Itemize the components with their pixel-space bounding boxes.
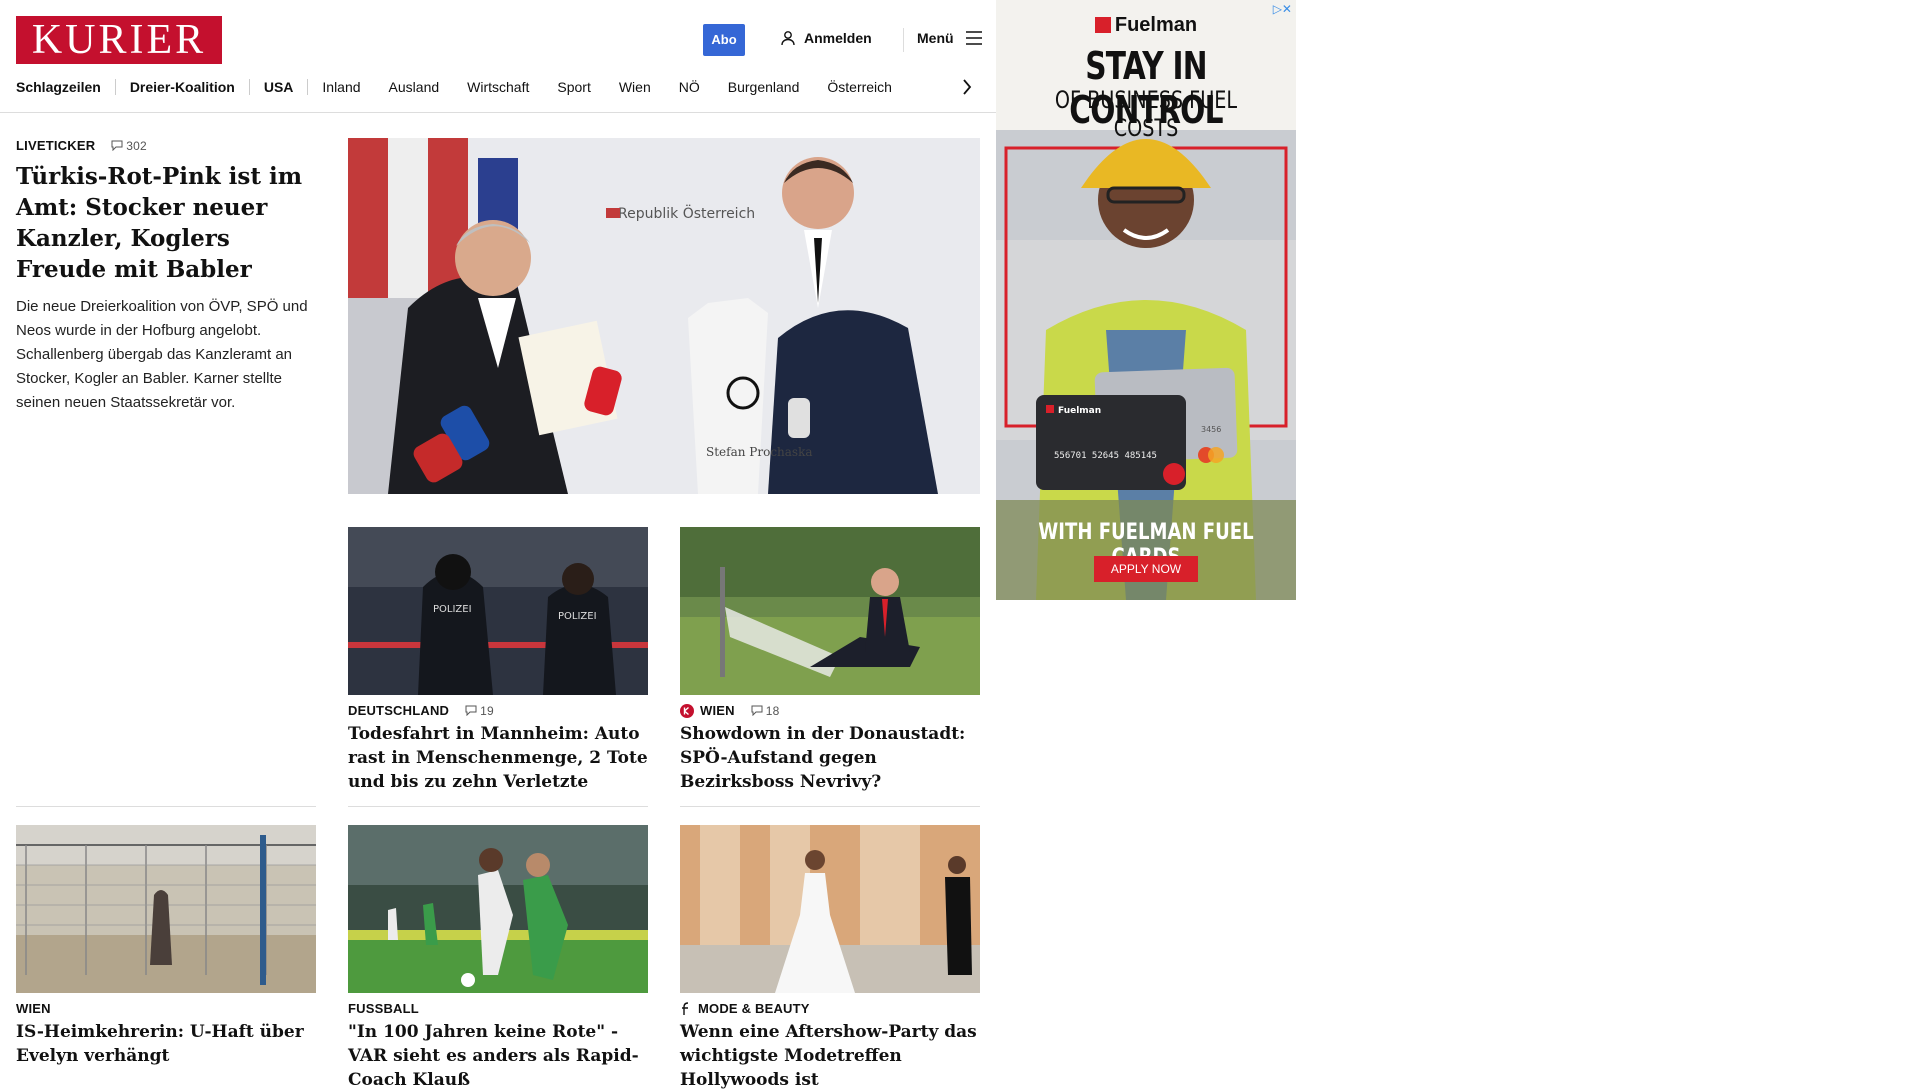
login-label: Anmelden — [804, 30, 872, 46]
article-image[interactable] — [680, 527, 980, 695]
lead-kicker: LIVETICKER — [16, 138, 96, 153]
comment-count[interactable]: 18 — [751, 704, 780, 718]
article-card-mode[interactable]: MODE & BEAUTY Wenn eine Aftershow-Party … — [680, 825, 980, 1092]
card-kicker: WIEN — [16, 1001, 51, 1016]
article-image[interactable] — [348, 825, 648, 993]
fuelman-logo-icon — [1094, 17, 1111, 33]
nav-item-ausland[interactable]: Ausland — [389, 79, 440, 95]
chevron-right-icon[interactable] — [962, 78, 972, 96]
card-headline[interactable]: Showdown in der Donaustadt: SPÖ-Aufstand… — [680, 722, 980, 794]
nav-divider — [307, 78, 309, 95]
comment-count-value: 302 — [126, 138, 147, 153]
hero-sign-text: Republik Österreich — [618, 204, 755, 222]
kurier-plus-icon — [680, 703, 694, 718]
comment-count-value: 18 — [765, 703, 780, 718]
card-kicker: WIEN — [700, 703, 735, 718]
comment-icon — [751, 705, 763, 716]
article-image[interactable]: POLIZEI POLIZEI — [348, 527, 648, 695]
nav-item-dreier-koalition[interactable]: Dreier-Koalition — [130, 79, 235, 95]
row-divider — [680, 806, 980, 807]
card-headline[interactable]: Todesfahrt in Mannheim: Auto rast in Men… — [348, 722, 648, 794]
fashion-icon — [682, 1001, 689, 1015]
nav-item-burgenland[interactable]: Burgenland — [728, 79, 800, 95]
apply-now-button[interactable]: APPLY NOW — [1094, 556, 1198, 582]
card-headline[interactable]: IS-Heimkehrerin: U-Haft über Evelyn verh… — [16, 1020, 316, 1068]
police-text: POLIZEI — [433, 604, 472, 615]
nav-item-oesterreich[interactable]: Österreich — [827, 79, 892, 95]
nav-item-schlagzeilen[interactable]: Schlagzeilen — [16, 79, 101, 95]
ad-brand-label: Fuelman — [1114, 14, 1198, 36]
kurier-logo[interactable]: KURIER — [16, 16, 222, 64]
comment-count[interactable]: 19 — [465, 704, 494, 718]
nav-item-sport[interactable]: Sport — [557, 79, 590, 95]
article-card-mannheim[interactable]: POLIZEI POLIZEI DEUTSCHLAND 19 Todesfahr… — [348, 527, 648, 794]
police-text: POLIZEI — [558, 611, 597, 622]
nav-item-noe[interactable]: NÖ — [679, 79, 700, 95]
comment-icon — [465, 705, 477, 716]
lead-teaser: Die neue Dreierkoalition von ÖVP, SPÖ un… — [16, 298, 308, 411]
article-image[interactable] — [680, 825, 980, 993]
nav-item-inland[interactable]: Inland — [322, 79, 360, 95]
comment-icon — [111, 140, 123, 151]
nav-item-usa[interactable]: USA — [264, 79, 294, 95]
site: KURIER Abo Anmelden Menü Schlagzeilen Dre… — [0, 0, 1000, 1090]
ad-subheadline: OF BUSINESS FUEL COSTS — [1054, 86, 1238, 142]
card-headline[interactable]: Wenn eine Aftershow-Party das wichtigste… — [680, 1020, 980, 1092]
abo-button[interactable]: Abo — [703, 24, 745, 56]
lead-headline[interactable]: Türkis-Rot-Pink ist im Amt: Stocker neue… — [16, 161, 316, 285]
row-divider — [16, 806, 316, 807]
header-divider — [903, 28, 904, 52]
ad-card-brand: Fuelman — [1058, 406, 1101, 416]
menu-button[interactable]: Menü — [917, 30, 982, 46]
card-kicker: MODE & BEAUTY — [698, 1001, 810, 1016]
ad-brand: Fuelman — [996, 14, 1296, 37]
article-card-is-heimkehrerin[interactable]: WIEN IS-Heimkehrerin: U-Haft über Evelyn… — [16, 825, 316, 1068]
lead-article[interactable]: LIVETICKER 302 Türkis-Rot-Pink ist im Am… — [16, 138, 316, 415]
card-headline[interactable]: "In 100 Jahren keine Rote" - VAR sieht e… — [348, 1020, 648, 1092]
login-button[interactable]: Anmelden — [780, 30, 872, 46]
article-image[interactable] — [16, 825, 316, 993]
comment-count[interactable]: 302 — [111, 139, 147, 153]
article-card-fussball[interactable]: FUSSBALL "In 100 Jahren keine Rote" - VA… — [348, 825, 648, 1092]
nav-item-wirtschaft[interactable]: Wirtschaft — [467, 79, 529, 95]
section-nav: Schlagzeilen Dreier-Koalition USA Inland Aus… — [16, 78, 976, 100]
card-kicker: FUSSBALL — [348, 1001, 419, 1016]
ad-card-number: 556701 52645 485145 — [1054, 451, 1157, 461]
nav-item-wien[interactable]: Wien — [619, 79, 651, 95]
article-card-donaustadt[interactable]: WIEN 18 Showdown in der Donaustadt: SPÖ-… — [680, 527, 980, 794]
ad-card-small: 3456 — [1201, 425, 1221, 434]
card-kicker: DEUTSCHLAND — [348, 703, 450, 718]
nav-divider — [248, 78, 250, 95]
menu-label: Menü — [917, 30, 954, 46]
row-divider — [348, 806, 648, 807]
fuelman-ad[interactable]: Fuelman 556701 52645 485145 3456 ▷✕ Fuel… — [996, 0, 1296, 600]
shirt-signature: Stefan Prochaska — [706, 445, 813, 459]
comment-count-value: 19 — [480, 703, 494, 718]
header-rule — [0, 112, 1000, 113]
user-icon — [781, 31, 795, 46]
nav-divider — [114, 78, 116, 95]
lead-image[interactable]: Republik Österreich Stefan Prochaska — [348, 138, 980, 494]
hamburger-icon — [965, 31, 982, 45]
